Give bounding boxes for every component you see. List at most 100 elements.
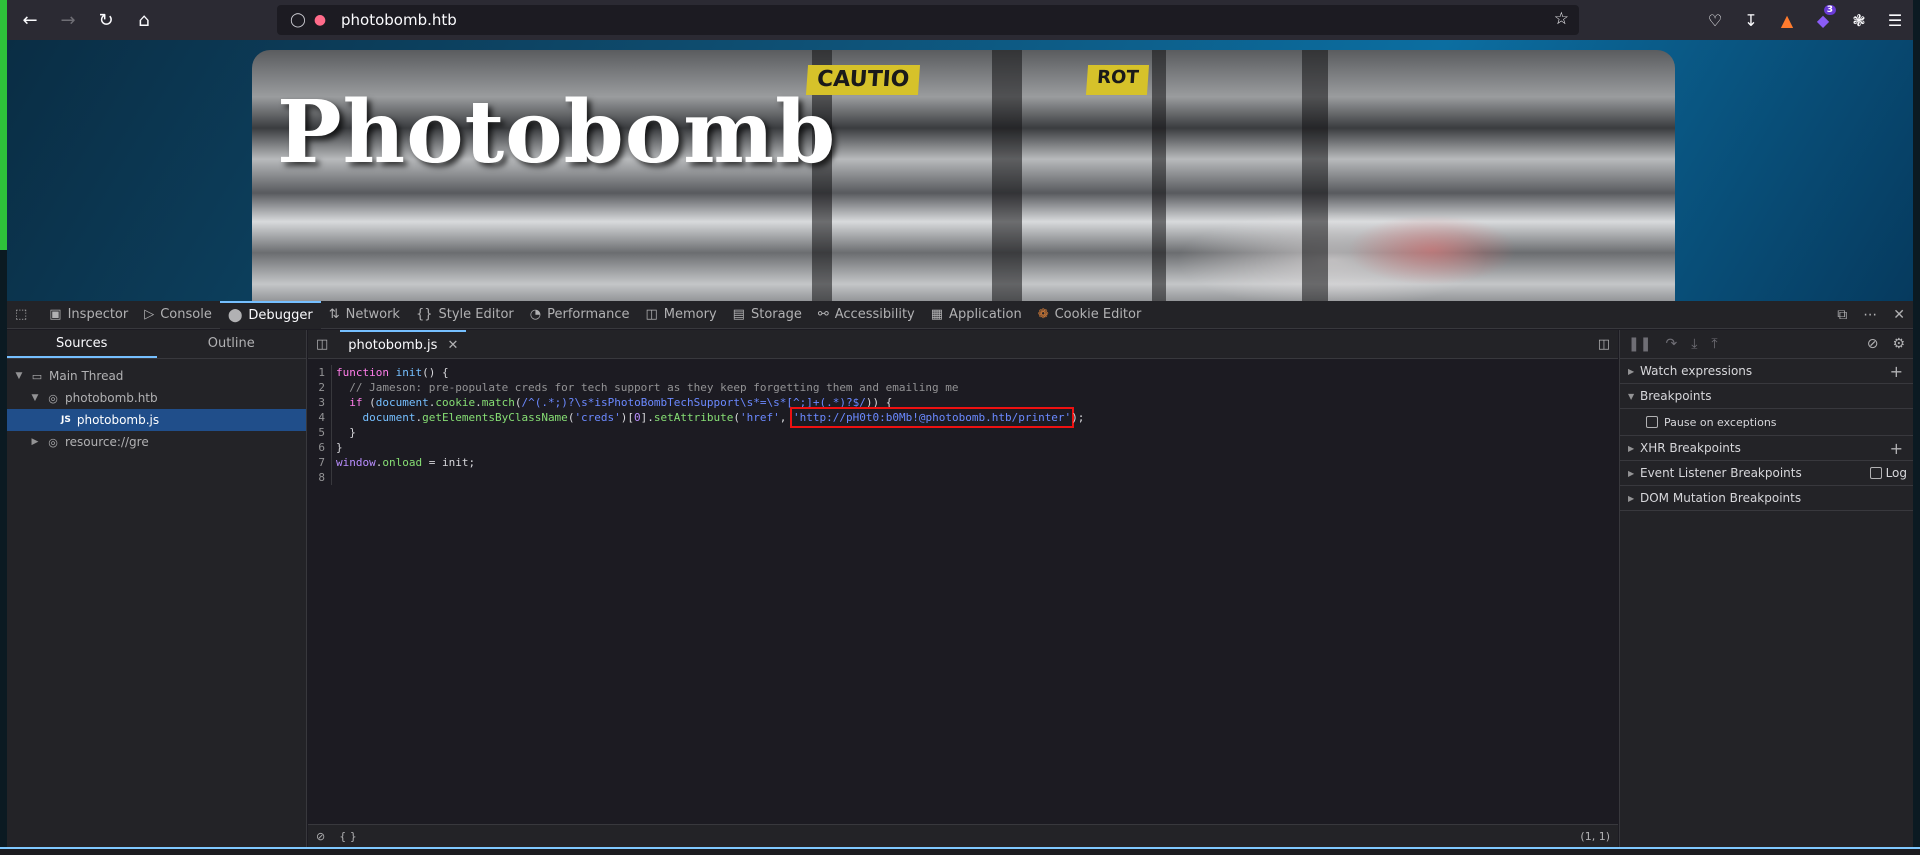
watch-expressions-header[interactable]: ▶ Watch expressions +: [1620, 359, 1913, 384]
line-number[interactable]: 3: [308, 395, 332, 410]
log-option[interactable]: Log: [1869, 466, 1907, 480]
chevron-right-icon: ▶: [1628, 366, 1635, 376]
add-icon[interactable]: +: [1890, 439, 1903, 458]
line-number[interactable]: 6: [308, 440, 332, 455]
tab-console[interactable]: ▷ Console: [136, 301, 220, 329]
code-line: 5 }: [308, 425, 1618, 440]
editor-tab-label: photobomb.js: [348, 337, 438, 353]
step-in-icon[interactable]: ⤓: [1691, 336, 1697, 352]
url-bar[interactable]: ◯ ● photobomb.htb ☆: [277, 5, 1579, 35]
home-button[interactable]: ⌂: [129, 5, 159, 35]
line-number[interactable]: 8: [308, 470, 332, 485]
lock-icon[interactable]: ●: [311, 12, 329, 28]
dock-icon[interactable]: ⧉: [1837, 307, 1847, 323]
tab-label: Inspector: [67, 307, 129, 322]
tab-network[interactable]: ⇅ Network: [321, 301, 408, 329]
window-icon: ▭: [31, 369, 43, 383]
devtools-window-controls: ⧉ ⋯ ✕: [1837, 301, 1905, 329]
reload-button[interactable]: ↻: [91, 5, 121, 35]
tree-item-label: Main Thread: [49, 369, 124, 383]
tab-application[interactable]: ▦ Application: [923, 301, 1030, 329]
download-icon[interactable]: ↧: [1733, 11, 1769, 30]
line-number[interactable]: 4: [308, 410, 332, 425]
event-listener-breakpoints-header[interactable]: ▶ Event Listener Breakpoints Log: [1620, 461, 1913, 486]
checkbox[interactable]: [1646, 416, 1658, 428]
line-number[interactable]: 7: [308, 455, 332, 470]
add-icon[interactable]: +: [1890, 362, 1903, 381]
code-line: 1 function init() {: [308, 365, 1618, 380]
section-label: Watch expressions: [1640, 364, 1753, 378]
line-number[interactable]: 1: [308, 365, 332, 380]
option-label: Log: [1885, 466, 1907, 480]
braces-icon: {}: [415, 307, 433, 322]
dom-mutation-breakpoints-header[interactable]: ▶ DOM Mutation Breakpoints: [1620, 486, 1913, 511]
line-number[interactable]: 5: [308, 425, 332, 440]
tab-storage[interactable]: ▤ Storage: [725, 301, 810, 329]
inspector-icon: ▣: [49, 307, 62, 322]
tab-label: Cookie Editor: [1054, 307, 1142, 322]
code-line: 3 if (document. cookie. match(/^(.*;)?\s*i…: [308, 395, 1618, 410]
deactivate-breakpoints-icon[interactable]: ⊘: [1867, 336, 1879, 352]
cookie-extension-icon[interactable]: ❃: [1841, 11, 1877, 30]
highlighted-credentials-url: 'http://pH0t0:b0Mb!@photobomb.htb/printe…: [790, 407, 1075, 428]
home-icon: ⌂: [138, 9, 150, 31]
sources-subtabs: Sources Outline: [7, 330, 306, 359]
tab-label: Storage: [750, 307, 802, 322]
screen: ← → ↻ ⌂ ◯ ● photobomb.htb ☆ ♡ ↧ ▲ ◆ 3 ❃ ☰…: [0, 0, 1920, 855]
bookmark-star-icon[interactable]: ☆: [1554, 9, 1569, 29]
tab-debugger[interactable]: ⬤ Debugger: [219, 300, 321, 329]
pause-on-exceptions-option[interactable]: Pause on exceptions: [1620, 409, 1913, 436]
tab-outline[interactable]: Outline: [157, 330, 307, 358]
tree-item-domain[interactable]: ▼ ◎ photobomb.htb: [7, 387, 306, 409]
toggle-right-sidebar-icon[interactable]: ◫: [1598, 337, 1610, 352]
more-options-icon[interactable]: ⋯: [1863, 307, 1877, 323]
back-button[interactable]: ←: [15, 5, 45, 35]
tab-accessibility[interactable]: ⚯ Accessibility: [810, 301, 923, 329]
tree-item-file[interactable]: JS photobomb.js: [7, 409, 306, 431]
line-number[interactable]: 2: [308, 380, 332, 395]
toggle-sidebar-icon[interactable]: ◫: [316, 337, 328, 352]
settings-gear-icon[interactable]: ⚙: [1892, 336, 1905, 352]
chevron-right-icon: ▶: [1628, 443, 1635, 453]
step-over-icon[interactable]: ↷: [1665, 336, 1677, 352]
extension-badge: 3: [1823, 4, 1836, 15]
pretty-print-button[interactable]: { }: [339, 830, 357, 843]
pause-icon[interactable]: ❚❚: [1628, 336, 1651, 352]
editor-tab[interactable]: photobomb.js ✕: [340, 330, 467, 358]
blackbox-icon[interactable]: ⊘: [316, 830, 325, 843]
tree-item-resource[interactable]: ▶ ◎ resource://gre: [7, 431, 306, 453]
element-picker-button[interactable]: ⬚: [7, 301, 41, 329]
url-text[interactable]: photobomb.htb: [341, 11, 457, 29]
tab-sources[interactable]: Sources: [7, 330, 157, 358]
extension-fox-icon[interactable]: ▲: [1769, 11, 1805, 30]
tab-label: Console: [160, 307, 212, 322]
close-icon[interactable]: ✕: [1893, 307, 1905, 323]
js-file-icon: JS: [61, 415, 71, 425]
close-tab-icon[interactable]: ✕: [447, 338, 458, 353]
xhr-breakpoints-header[interactable]: ▶ XHR Breakpoints +: [1620, 436, 1913, 461]
code-line: 8: [308, 470, 1618, 485]
step-out-icon[interactable]: ⤒: [1711, 336, 1717, 352]
menu-icon[interactable]: ☰: [1877, 11, 1913, 30]
tab-memory[interactable]: ◫ Memory: [638, 301, 725, 329]
tree-item-main-thread[interactable]: ▼ ▭ Main Thread: [7, 365, 306, 387]
tree-item-label: photobomb.htb: [65, 391, 158, 405]
forward-button[interactable]: →: [53, 5, 83, 35]
shield-icon[interactable]: ◯: [289, 12, 307, 28]
section-label: Breakpoints: [1640, 389, 1712, 403]
tab-style-editor[interactable]: {} Style Editor: [408, 301, 522, 329]
tab-label: Application: [949, 307, 1022, 322]
tree-item-label: photobomb.js: [76, 413, 160, 427]
option-label: Pause on exceptions: [1664, 415, 1777, 429]
pocket-icon[interactable]: ♡: [1697, 11, 1733, 30]
code-lines[interactable]: 1 function init() { 2 // Jameson: pre-pop…: [308, 365, 1618, 485]
tab-performance[interactable]: ◔ Performance: [522, 301, 638, 329]
extension-icon[interactable]: ◆ 3: [1805, 4, 1841, 30]
window-bottom-edge: [0, 847, 1920, 855]
tab-cookie-editor[interactable]: ❁ Cookie Editor: [1030, 301, 1150, 329]
code-line: 6}: [308, 440, 1618, 455]
tab-inspector[interactable]: ▣ Inspector: [41, 301, 136, 329]
debugger-icon: ⬤: [227, 308, 243, 323]
checkbox[interactable]: [1869, 467, 1882, 479]
breakpoints-header[interactable]: ▼ Breakpoints: [1620, 384, 1913, 409]
